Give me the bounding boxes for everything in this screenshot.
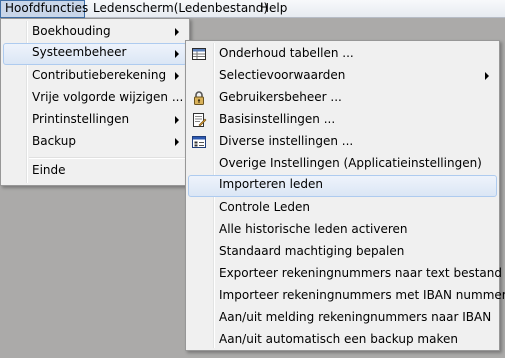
menu-item-label: Overige Instellingen (Applicatieinstelli… bbox=[219, 156, 482, 170]
menu-item-boekhouding[interactable]: Boekhouding bbox=[3, 21, 187, 43]
menubar-ledenscherm[interactable]: Ledenscherm(Ledenbestand) bbox=[88, 0, 273, 18]
submenu-item-exporteer-rekeningnummers[interactable]: Exporteer rekeningnummers naar text best… bbox=[188, 263, 502, 285]
menu-item-label: Printinstellingen bbox=[32, 112, 130, 126]
menu-bar: Hoofdfuncties Ledenscherm(Ledenbestand) … bbox=[0, 0, 505, 18]
menu-item-label: Exporteer rekeningnummers naar text best… bbox=[219, 266, 502, 280]
menu-item-label: Selectievoorwaarden bbox=[219, 68, 346, 82]
menu-item-backup[interactable]: Backup bbox=[3, 131, 187, 153]
menu-item-label: Aan/uit melding rekeningnummers naar IBA… bbox=[219, 310, 492, 324]
submenu-arrow-icon bbox=[175, 28, 179, 36]
menu-item-label: Contributieberekening bbox=[32, 68, 167, 82]
menu-item-label: Gebruikersbeheer ... bbox=[219, 90, 342, 104]
submenu-item-controle-leden[interactable]: Controle Leden bbox=[188, 197, 497, 219]
submenu-item-gebruikersbeheer[interactable]: Gebruikersbeheer ... bbox=[188, 87, 497, 109]
submenu-item-onderhoud-tabellen[interactable]: Onderhoud tabellen ... bbox=[188, 43, 497, 65]
systeembeheer-submenu: Onderhoud tabellen ... Selectievoorwaard… bbox=[185, 40, 505, 351]
table-icon bbox=[192, 48, 206, 60]
submenu-arrow-icon bbox=[175, 116, 179, 124]
menu-item-label: Vrije volgorde wijzigen ... bbox=[32, 90, 184, 104]
menu-item-label: Importeren leden bbox=[219, 177, 324, 191]
menu-item-label: Einde bbox=[32, 163, 66, 177]
menu-item-label: Onderhoud tabellen ... bbox=[219, 46, 354, 60]
menu-item-label: Standaard machtiging bepalen bbox=[219, 244, 405, 258]
menubar-hoofdfuncties[interactable]: Hoofdfuncties bbox=[0, 0, 89, 18]
menubar-label: Ledenscherm(Ledenbestand) bbox=[93, 1, 269, 15]
menu-item-label: Importeer rekeningnummers met IBAN numme… bbox=[219, 288, 505, 302]
menu-item-label: Controle Leden bbox=[219, 200, 311, 214]
submenu-arrow-icon bbox=[485, 72, 489, 80]
menu-item-label: Basisinstellingen ... bbox=[219, 112, 336, 126]
menubar-label: Help bbox=[260, 1, 288, 15]
menu-item-label: Diverse instellingen ... bbox=[219, 134, 354, 148]
menu-item-einde[interactable]: Einde bbox=[3, 160, 187, 182]
submenu-item-diverse-instellingen[interactable]: Diverse instellingen ... bbox=[188, 131, 497, 153]
settings-window-icon bbox=[192, 136, 206, 148]
menu-item-label: Boekhouding bbox=[32, 24, 111, 38]
submenu-arrow-icon bbox=[175, 138, 179, 146]
menu-item-systeembeheer[interactable]: Systeembeheer bbox=[3, 43, 187, 65]
submenu-item-importeren-leden[interactable]: Importeren leden bbox=[188, 175, 497, 197]
menu-item-contributieberekening[interactable]: Contributieberekening bbox=[3, 65, 187, 87]
document-edit-icon bbox=[193, 113, 207, 127]
menu-item-label: Aan/uit automatisch een backup maken bbox=[219, 332, 458, 346]
menu-item-vrije-volgorde[interactable]: Vrije volgorde wijzigen ... bbox=[3, 87, 187, 109]
submenu-item-melding-iban[interactable]: Aan/uit melding rekeningnummers naar IBA… bbox=[188, 307, 497, 329]
submenu-item-historische-leden[interactable]: Alle historische leden activeren bbox=[188, 219, 497, 241]
submenu-arrow-icon bbox=[175, 72, 179, 80]
hoofdfuncties-menu: Boekhouding Systeembeheer Contributieber… bbox=[0, 18, 190, 186]
menu-item-label: Alle historische leden activeren bbox=[219, 222, 408, 236]
submenu-item-overige-instellingen[interactable]: Overige Instellingen (Applicatieinstelli… bbox=[188, 153, 497, 175]
submenu-arrow-icon bbox=[175, 50, 179, 58]
submenu-item-standaard-machtiging[interactable]: Standaard machtiging bepalen bbox=[188, 241, 497, 263]
submenu-item-importeer-rekeningnummers[interactable]: Importeer rekeningnummers met IBAN numme… bbox=[188, 285, 505, 307]
submenu-item-selectievoorwaarden[interactable]: Selectievoorwaarden bbox=[188, 65, 497, 87]
submenu-item-basisinstellingen[interactable]: Basisinstellingen ... bbox=[188, 109, 497, 131]
lock-icon bbox=[194, 91, 204, 105]
menu-separator bbox=[29, 157, 186, 159]
menu-item-printinstellingen[interactable]: Printinstellingen bbox=[3, 109, 187, 131]
submenu-item-automatische-backup[interactable]: Aan/uit automatisch een backup maken bbox=[188, 329, 497, 351]
menu-item-label: Backup bbox=[32, 134, 76, 148]
menu-item-label: Systeembeheer bbox=[32, 45, 127, 59]
menubar-label: Hoofdfuncties bbox=[5, 1, 89, 15]
menubar-help[interactable]: Help bbox=[255, 0, 292, 18]
